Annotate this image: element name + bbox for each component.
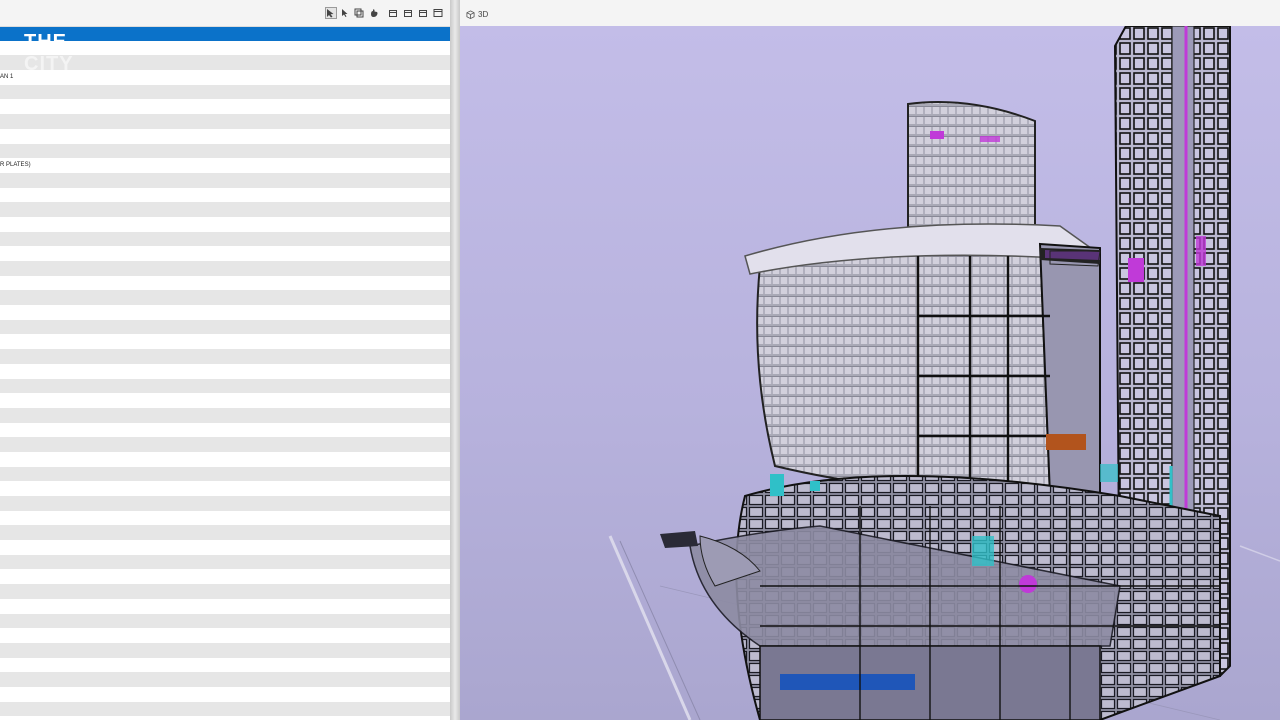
channel-watermark: THE CITY — [24, 31, 74, 75]
tree-row[interactable] — [0, 99, 450, 115]
tree-row[interactable] — [0, 554, 450, 570]
hand-icon[interactable] — [369, 8, 379, 18]
tree-row[interactable] — [0, 598, 450, 614]
tree-row[interactable] — [0, 84, 450, 100]
tree-row[interactable] — [0, 628, 450, 643]
tree-list: AN 1R PLATES) — [0, 26, 450, 717]
tree-row[interactable] — [0, 481, 450, 496]
tree-row[interactable] — [0, 407, 450, 423]
box-icon[interactable] — [388, 8, 398, 18]
view-tab-bar: 3D — [460, 0, 1280, 27]
tree-row[interactable] — [0, 584, 450, 599]
tree-row[interactable] — [0, 363, 450, 379]
tree-row[interactable] — [0, 143, 450, 159]
tree-row[interactable] — [0, 172, 450, 188]
roof-block — [907, 101, 1036, 232]
tree-row[interactable] — [0, 642, 450, 658]
tab-3d-label: 3D — [478, 9, 489, 19]
tree-row[interactable] — [0, 569, 450, 585]
panel-splitter[interactable] — [450, 0, 460, 720]
box-icon[interactable] — [418, 8, 428, 18]
browser-toolbar — [0, 0, 450, 27]
watermark-line-1: THE — [24, 31, 67, 53]
tree-row[interactable] — [0, 496, 450, 511]
tree-row[interactable] — [0, 701, 450, 717]
tree-row[interactable] — [0, 231, 450, 247]
building-model — [608, 26, 1280, 720]
tree-row[interactable] — [0, 261, 450, 276]
tree-row[interactable] — [0, 510, 450, 526]
tree-row[interactable] — [0, 275, 450, 291]
tree-row[interactable] — [0, 319, 450, 335]
tree-row[interactable]: R PLATES) — [0, 158, 450, 173]
tree-row[interactable] — [0, 128, 450, 144]
tree-row[interactable] — [0, 657, 450, 673]
tree-row[interactable] — [0, 378, 450, 394]
select-icon[interactable] — [325, 7, 337, 19]
tree-row[interactable] — [0, 422, 450, 438]
3d-viewport[interactable] — [460, 26, 1280, 720]
tree-row[interactable] — [0, 437, 450, 452]
tree-row[interactable] — [0, 187, 450, 203]
layers-icon[interactable] — [354, 8, 364, 18]
tree-row[interactable] — [0, 466, 450, 482]
tree-row[interactable] — [0, 334, 450, 350]
tree-row[interactable] — [0, 393, 450, 408]
cursor-icon[interactable] — [340, 8, 350, 18]
tree-row[interactable] — [0, 686, 450, 702]
tree-row[interactable] — [0, 525, 450, 541]
tree-row[interactable] — [0, 114, 450, 129]
tree-row[interactable] — [0, 451, 450, 467]
watermark-line-2: CITY — [24, 53, 74, 75]
tree-row[interactable] — [0, 349, 450, 364]
tree-row[interactable] — [0, 305, 450, 320]
tree-row[interactable] — [0, 290, 450, 306]
tree-row[interactable] — [0, 672, 450, 687]
window-icon[interactable] — [433, 8, 443, 18]
hotel-tower — [744, 223, 1101, 498]
tree-row[interactable] — [0, 246, 450, 261]
tree-row[interactable] — [0, 216, 450, 232]
cube-icon — [466, 9, 475, 19]
tree-row[interactable] — [0, 540, 450, 555]
tab-3d[interactable]: 3D — [466, 7, 488, 21]
box-icon[interactable] — [403, 8, 413, 18]
project-browser-panel: AN 1R PLATES) THE CITY — [0, 0, 450, 720]
tree-row[interactable] — [0, 202, 450, 217]
tree-row[interactable] — [0, 613, 450, 629]
